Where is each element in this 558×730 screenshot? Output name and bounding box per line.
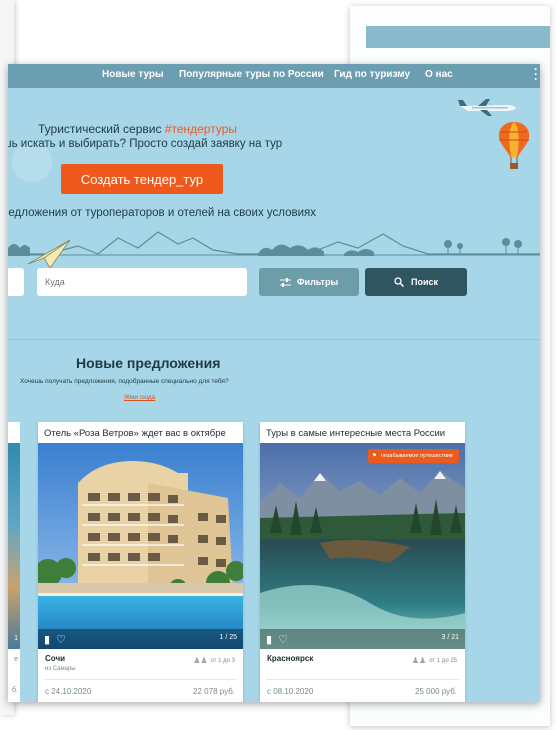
offer-badge: ⚑ незабываемое путешествие [367,449,459,463]
people-icon: ♟♟ [411,656,427,665]
offer-card[interactable]: Отель «Роза Ветров» ждет вас в октябре ▮… [38,422,243,702]
offer-badge-text: незабываемое путешествие [380,453,453,459]
comments-icon[interactable]: ▮ [44,633,50,646]
hot-air-balloon-icon [498,122,530,169]
landscape-illustration [8,231,540,256]
card-actions: ▮ ♡ [266,633,288,646]
offer-card-price: б. [12,687,18,694]
offer-photo[interactable] [260,443,465,649]
comments-icon[interactable]: ▮ [266,633,272,646]
offer-price: 22 078 руб. [193,687,235,696]
offer-guests-text: от 1 до 3 [210,657,235,664]
section-divider [8,339,540,340]
search-icon [394,277,404,287]
filters-button[interactable]: Фильтры [259,268,359,296]
offer-card-title[interactable]: Отель «Роза Ветров» ждет вас в октябре [44,428,239,439]
offer-photo [8,443,20,649]
offer-guests-text: от 1 до 25 [429,657,457,664]
offer-date: с 08.10.2020 [267,687,314,696]
nav-new-tours[interactable]: Новые туры [102,69,164,80]
offer-city: Сочи [45,654,66,663]
tag-icon: ⚑ [371,453,377,459]
offer-guests: ♟♟ от 1 до 3 [193,656,235,665]
offers-note: Хочешь получать предложения, подобранные… [20,378,229,385]
search-button[interactable]: Поиск [365,268,467,296]
nav-about[interactable]: О нас [425,69,453,80]
offers-title: Новые предложения [76,355,221,371]
search-label: Поиск [410,277,438,287]
hero-tagline: Туристический сервис #тендертуры [38,122,237,136]
lake-photo [260,443,465,649]
card-divider [266,679,459,680]
from-field[interactable] [8,268,24,296]
website-screenshot: Новые туры Популярные туры по России Гид… [8,64,540,702]
hero-subline: ешь искать и выбирать? Просто создай зая… [8,138,283,150]
offers-link[interactable]: Жми сюда [124,394,155,401]
offer-photo[interactable] [38,443,243,649]
filters-label: Фильтры [296,277,339,287]
sliders-icon [279,277,291,287]
hotel-photo [38,443,243,649]
favorite-heart-icon[interactable]: ♡ [278,633,288,646]
card-divider [44,679,237,680]
offer-city: Красноярск [267,654,314,663]
background-sheet-strip [366,26,550,48]
nav-tourism-guide[interactable]: Гид по туризму [334,69,410,80]
offer-card-title[interactable]: Туры в самые интересные места России [266,428,461,439]
offer-card-text: е [14,656,18,663]
airplane-icon [458,99,516,116]
create-tender-button[interactable]: Создать тендер_тур [61,164,223,194]
photo-counter: 1 [14,635,18,642]
hero-tagline-text: Туристический сервис [38,122,162,136]
offer-guests: ♟♟ от 1 до 25 [412,656,457,665]
more-menu-icon[interactable]: · · · [534,64,538,85]
offer-price: 25 000 руб. [415,687,457,696]
hero-hashtag[interactable]: #тендертуры [165,122,237,136]
people-icon: ♟♟ [193,656,208,665]
destination-input[interactable] [37,268,247,296]
photo-counter: 1 / 25 [219,634,237,641]
offer-card-partial[interactable]: 1 е б. [8,422,20,702]
hero-offer-line: редложения от туроператоров и отелей на … [8,207,317,219]
top-navigation: Новые туры Популярные туры по России Гид… [8,64,540,88]
paper-plane-icon [27,239,71,269]
card-actions: ▮ ♡ [44,633,66,646]
offer-date: с 24.10.2020 [45,687,92,696]
favorite-heart-icon[interactable]: ♡ [56,633,66,646]
nav-popular-tours[interactable]: Популярные туры по России [179,69,324,80]
offer-card[interactable]: Туры в самые интересные места России ⚑ н… [260,422,465,702]
photo-counter: 3 / 21 [441,634,459,641]
offer-departure: из Самары [45,666,76,672]
